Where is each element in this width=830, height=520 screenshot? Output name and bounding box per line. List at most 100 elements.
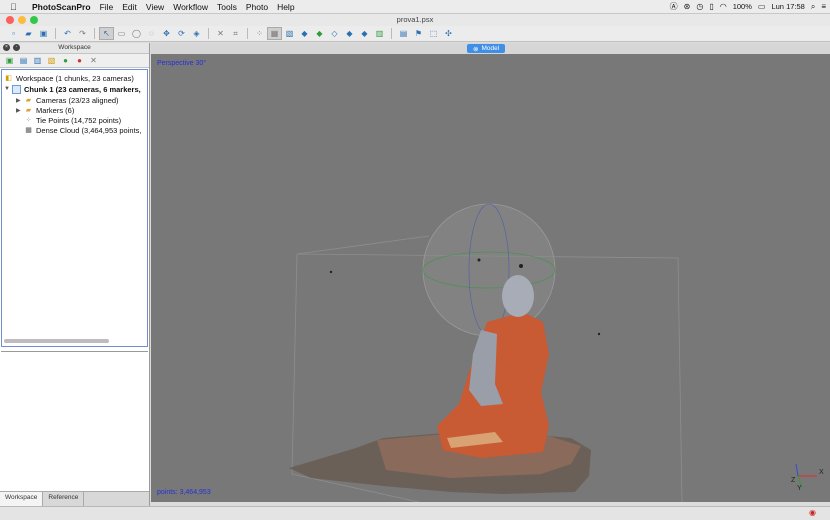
spotlight-search-icon[interactable]: ⌕ bbox=[811, 2, 815, 12]
point-speck bbox=[329, 270, 333, 274]
close-tab-icon[interactable]: ⊗ bbox=[473, 45, 478, 53]
show-markers-icon[interactable]: ⚑ bbox=[411, 27, 426, 40]
move-object-icon[interactable]: ✥ bbox=[159, 27, 174, 40]
show-tiled-model-icon[interactable]: ◇ bbox=[327, 27, 342, 40]
reset-view-icon[interactable]: ✣ bbox=[441, 27, 456, 40]
tree-item-dense-cloud[interactable]: ▦ Dense Cloud (3,464,953 points, bbox=[24, 125, 141, 135]
app-menu[interactable]: PhotoScanPro bbox=[32, 2, 91, 12]
markers-label: Markers (6) bbox=[36, 105, 75, 115]
menu-tools[interactable]: Tools bbox=[217, 2, 237, 12]
tab-model[interactable]: ⊗ Model bbox=[467, 44, 506, 53]
redo-icon[interactable]: ↷ bbox=[75, 27, 90, 40]
tree-item-tie-points[interactable]: ⁘ Tie Points (14,752 points) bbox=[24, 115, 122, 125]
toolbar-divider bbox=[55, 28, 56, 39]
workspace-panel-header: × ◦ Workspace bbox=[0, 43, 149, 54]
adobe-icon[interactable]: Ⓐ bbox=[670, 1, 678, 12]
free-form-select-icon[interactable]: ◌ bbox=[144, 27, 159, 40]
chunk-label: Chunk 1 (23 cameras, 6 markers, bbox=[24, 84, 141, 94]
tree-item-chunk[interactable]: ▼ Chunk 1 (23 cameras, 6 markers, bbox=[4, 84, 141, 94]
tab-reference[interactable]: Reference bbox=[43, 492, 85, 506]
menu-workflow[interactable]: Workflow bbox=[173, 2, 208, 12]
disable-cameras-icon[interactable]: ● bbox=[73, 55, 86, 66]
statue-head bbox=[502, 275, 534, 317]
tab-model-label: Model bbox=[481, 45, 500, 52]
folder-icon: ▰ bbox=[25, 97, 32, 104]
document-icon[interactable]: ▯ bbox=[709, 2, 713, 11]
battery-icon[interactable]: ▭ bbox=[758, 2, 766, 11]
show-solid-icon[interactable]: ◆ bbox=[297, 27, 312, 40]
expand-chunk-icon[interactable]: ▼ bbox=[4, 86, 12, 92]
clock[interactable]: Lun 17:58 bbox=[771, 2, 804, 11]
undo-icon[interactable]: ↶ bbox=[60, 27, 75, 40]
dense-cloud-icon: ▦ bbox=[25, 127, 32, 134]
show-wireframe-icon[interactable]: ▧ bbox=[282, 27, 297, 40]
show-textured-icon[interactable]: ◆ bbox=[312, 27, 327, 40]
open-folder-icon[interactable]: ▰ bbox=[21, 27, 36, 40]
menu-file[interactable]: File bbox=[100, 2, 114, 12]
menu-help[interactable]: Help bbox=[277, 2, 294, 12]
wifi-icon[interactable]: ◠ bbox=[720, 2, 727, 11]
workspace-toolbar: ▣ ▤ ▥ ▧ ● ● ✕ bbox=[0, 54, 149, 68]
tree-root-workspace[interactable]: ◧ Workspace (1 chunks, 23 cameras) bbox=[4, 73, 134, 83]
tree-item-cameras[interactable]: ▶ ▰ Cameras (23/23 aligned) bbox=[16, 95, 119, 105]
circle-select-icon[interactable]: ◯ bbox=[129, 27, 144, 40]
model-scene bbox=[289, 203, 817, 502]
navigation-tool-icon[interactable]: ↖ bbox=[99, 27, 114, 40]
show-region-icon[interactable]: ⬚ bbox=[426, 27, 441, 40]
model-viewport[interactable]: Perspective 30° points: 3,464,953 X Z Y bbox=[151, 54, 830, 502]
show-dense-cloud-icon[interactable]: ▦ bbox=[267, 27, 282, 40]
resize-region-icon[interactable]: ◈ bbox=[189, 27, 204, 40]
tree-horizontal-scrollbar[interactable] bbox=[4, 339, 109, 343]
enable-cameras-icon[interactable]: ● bbox=[59, 55, 72, 66]
tree-item-markers[interactable]: ▶ ▰ Markers (6) bbox=[16, 105, 74, 115]
show-dem-icon[interactable]: ◆ bbox=[357, 27, 372, 40]
point-speck bbox=[597, 332, 601, 336]
main-toolbar: ▫ ▰ ▣ ↶ ↷ ↖ ▭ ◯ ◌ ✥ ⟳ ◈ ✕ ⌗ ⁘ ▦ ▧ ◆ ◆ ◇ … bbox=[0, 26, 830, 42]
apple-icon[interactable]:  bbox=[10, 2, 24, 12]
show-shaded-icon[interactable]: ◆ bbox=[342, 27, 357, 40]
tab-workspace[interactable]: Workspace bbox=[0, 492, 44, 506]
tie-points-label: Tie Points (14,752 points) bbox=[36, 115, 122, 125]
menubar:  PhotoScanPro File Edit View Workflow T… bbox=[0, 0, 830, 14]
show-cameras-icon[interactable]: ▤ bbox=[396, 27, 411, 40]
show-points-icon[interactable]: ⁘ bbox=[252, 27, 267, 40]
rotation-trackball[interactable] bbox=[422, 203, 556, 337]
add-chunk-icon[interactable]: ▣ bbox=[3, 55, 16, 66]
expand-markers-icon[interactable]: ▶ bbox=[16, 107, 24, 114]
chunk-icon bbox=[12, 84, 21, 94]
menu-view[interactable]: View bbox=[146, 2, 164, 12]
expand-cameras-icon[interactable]: ▶ bbox=[16, 97, 24, 104]
panel-tabs: Workspace Reference bbox=[0, 491, 149, 506]
points-count-label: points: 3,464,953 bbox=[157, 489, 211, 496]
axis-z-label: Z bbox=[791, 477, 796, 484]
notification-center-icon[interactable]: ≡ bbox=[821, 2, 826, 11]
axis-x-label: X bbox=[819, 469, 824, 476]
rectangle-select-icon[interactable]: ▭ bbox=[114, 27, 129, 40]
menubar-status: Ⓐ ⊛ ◷ ▯ ◠ 100% ▭ Lun 17:58 ⌕ ≡ bbox=[670, 0, 826, 13]
point-speck bbox=[477, 258, 481, 262]
sync-icon[interactable]: ⊛ bbox=[684, 2, 691, 11]
projection-label: Perspective 30° bbox=[157, 60, 207, 67]
time-machine-icon[interactable]: ◷ bbox=[696, 2, 703, 11]
remove-icon[interactable]: ✕ bbox=[87, 55, 100, 66]
cameras-label: Cameras (23/23 aligned) bbox=[36, 95, 119, 105]
menu-edit[interactable]: Edit bbox=[122, 2, 137, 12]
status-warning-icon[interactable]: ◉ bbox=[809, 508, 816, 517]
show-orthomosaic-icon[interactable]: ▥ bbox=[372, 27, 387, 40]
workspace-panel: × ◦ Workspace ▣ ▤ ▥ ▧ ● ● ✕ ◧ Workspace … bbox=[0, 43, 150, 506]
workspace-icon: ◧ bbox=[5, 75, 12, 82]
new-document-icon[interactable]: ▫ bbox=[6, 27, 21, 40]
crop-selection-icon[interactable]: ⌗ bbox=[228, 27, 243, 40]
add-photos-icon[interactable]: ▤ bbox=[17, 55, 30, 66]
delete-selection-icon[interactable]: ✕ bbox=[213, 27, 228, 40]
workspace-panel-title: Workspace bbox=[58, 44, 91, 51]
add-folder-icon[interactable]: ▥ bbox=[31, 55, 44, 66]
rotate-object-icon[interactable]: ⟳ bbox=[174, 27, 189, 40]
save-icon[interactable]: ▣ bbox=[36, 27, 51, 40]
toolbar-divider bbox=[208, 28, 209, 39]
window-title: prova1.psx bbox=[396, 15, 434, 24]
toolbar-divider bbox=[391, 28, 392, 39]
menu-photo[interactable]: Photo bbox=[246, 2, 268, 12]
remove-items-icon[interactable]: ▧ bbox=[45, 55, 58, 66]
folder-icon: ▰ bbox=[25, 107, 32, 114]
